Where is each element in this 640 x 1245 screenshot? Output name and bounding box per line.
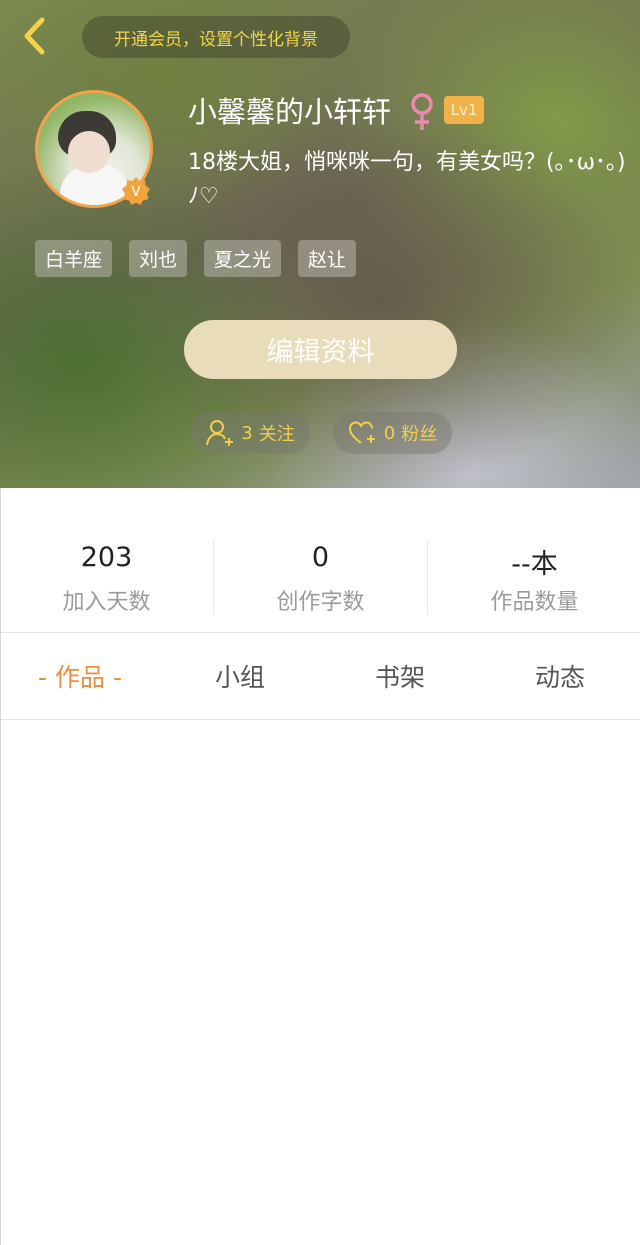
tag-list: 白羊座 刘也 夏之光 赵让 xyxy=(35,240,357,277)
fans-count: 0 xyxy=(383,422,396,444)
tag-item[interactable]: 刘也 xyxy=(129,240,188,277)
content-tabs: - 作品 - 小组 书架 动态 xyxy=(0,633,640,719)
level-badge: Lv1 xyxy=(444,96,484,124)
edit-profile-button[interactable]: 编辑资料 xyxy=(184,320,457,379)
fans-label: 粉丝 xyxy=(401,424,438,445)
vip-background-prompt[interactable]: 开通会员，设置个性化背景 xyxy=(82,16,350,58)
female-gender-icon xyxy=(411,93,433,130)
back-button[interactable] xyxy=(14,14,54,58)
stat-join-days: 203 加入天数 xyxy=(0,488,213,632)
user-name: 小馨馨的小轩轩 xyxy=(188,95,392,129)
stats-row: 203 加入天数 0 创作字数 --本 作品数量 xyxy=(0,488,640,632)
tag-item[interactable]: 夏之光 xyxy=(204,240,282,277)
heart-plus-icon xyxy=(348,421,375,444)
stat-value: --本 xyxy=(511,549,558,580)
stat-label: 加入天数 xyxy=(62,590,151,615)
tab-activity[interactable]: 动态 xyxy=(480,633,640,719)
tag-item[interactable]: 白羊座 xyxy=(35,240,113,277)
tab-bookshelf[interactable]: 书架 xyxy=(320,633,480,719)
follow-label: 关注 xyxy=(258,424,295,445)
verified-badge-icon: V xyxy=(122,177,150,205)
stat-word-count: 0 创作字数 xyxy=(214,488,427,632)
tab-groups[interactable]: 小组 xyxy=(160,633,320,719)
divider xyxy=(0,488,1,1245)
follow-count: 3 xyxy=(241,422,253,444)
stat-works-count: --本 作品数量 xyxy=(428,488,640,632)
stat-label: 创作字数 xyxy=(276,590,365,615)
follow-button[interactable]: 3 关注 xyxy=(190,412,310,454)
avatar[interactable]: V xyxy=(35,90,153,208)
svg-text:V: V xyxy=(132,185,141,200)
user-bio: 18楼大姐，悄咪咪一句，有美女吗？(｡･ω･｡)ﾉ♡ xyxy=(188,150,626,209)
fans-button[interactable]: 0 粉丝 xyxy=(333,412,452,454)
tab-works[interactable]: - 作品 - xyxy=(0,633,160,719)
profile-header: 开通会员，设置个性化背景 V 小馨馨的小轩轩 Lv1 18楼大姐，悄咪咪一句，有… xyxy=(0,0,640,488)
stat-value: 203 xyxy=(80,542,133,573)
profile-page: 开通会员，设置个性化背景 V 小馨馨的小轩轩 Lv1 18楼大姐，悄咪咪一句，有… xyxy=(0,0,640,1245)
stat-value: 0 xyxy=(311,542,330,573)
stat-label: 作品数量 xyxy=(490,590,579,615)
tag-item[interactable]: 赵让 xyxy=(298,240,357,277)
tab-content-area xyxy=(0,720,640,1245)
chevron-left-icon xyxy=(24,17,45,55)
add-user-icon xyxy=(206,420,234,446)
